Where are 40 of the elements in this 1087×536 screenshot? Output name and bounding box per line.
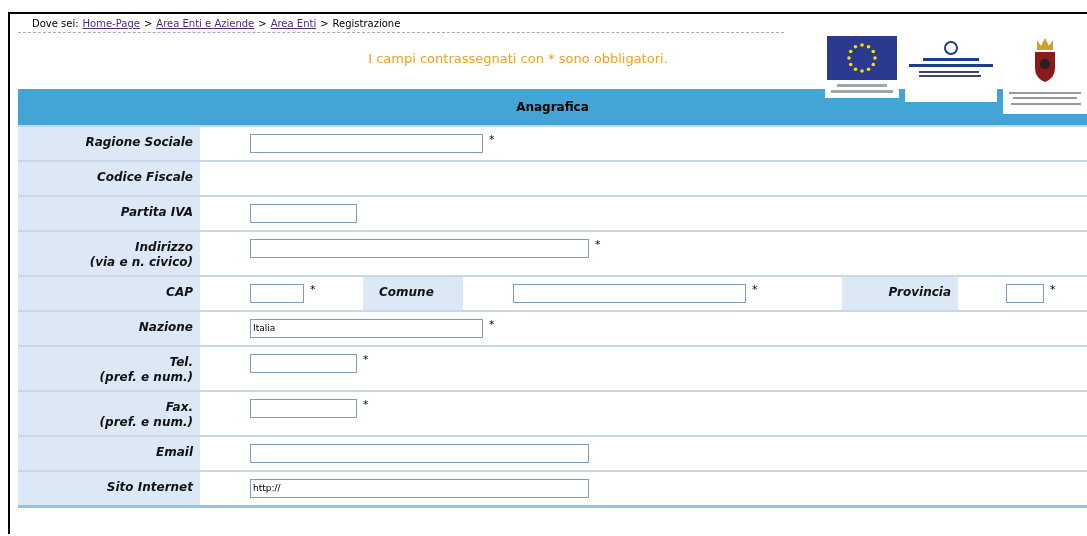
input-field[interactable] (250, 239, 589, 258)
field-label: Sito Internet (18, 472, 200, 505)
input-field[interactable] (250, 204, 357, 223)
field-label: Fax. (pref. e num.) (18, 392, 200, 435)
required-asterisk: * (1050, 284, 1056, 296)
breadcrumb-separator: > (143, 18, 153, 29)
required-asterisk: * (363, 354, 369, 366)
input-field[interactable] (250, 354, 357, 373)
field-label: Tel. (pref. e num.) (18, 347, 200, 390)
required-asterisk: * (310, 284, 316, 296)
input-field[interactable] (1006, 284, 1044, 303)
field-label: Indirizzo (via e n. civico) (18, 232, 200, 275)
field-label: Nazione (18, 312, 200, 345)
breadcrumb-link[interactable]: Area Enti (270, 18, 317, 29)
field-label: Email (18, 437, 200, 470)
input-field[interactable]: http:// (250, 479, 589, 498)
input-field[interactable] (250, 399, 357, 418)
input-field[interactable] (250, 444, 589, 463)
breadcrumb-label: Dove sei: (32, 18, 79, 29)
required-asterisk: * (363, 399, 369, 411)
required-asterisk: * (595, 239, 601, 251)
field-label: Partita IVA (18, 197, 200, 230)
input-field[interactable] (513, 284, 746, 303)
field-label: Ragione Sociale (18, 127, 200, 160)
breadcrumb-link[interactable]: Home-Page (82, 18, 140, 29)
field-label: Comune (363, 277, 463, 310)
field-label: CAP (18, 277, 200, 310)
input-field[interactable]: Italia (250, 319, 483, 338)
field-label: Codice Fiscale (18, 162, 200, 195)
required-fields-notice: I campi contrassegnati con * sono obbligatori. (367, 51, 669, 66)
breadcrumb-separator: > (320, 18, 329, 29)
breadcrumb-link[interactable]: Area Enti e Aziende (156, 18, 255, 29)
field-label: Provincia (842, 277, 958, 310)
required-asterisk: * (489, 319, 495, 331)
required-asterisk: * (489, 134, 495, 146)
input-field[interactable] (250, 134, 483, 153)
breadcrumb-separator: > (258, 18, 267, 29)
breadcrumb-current: Registrazione (332, 18, 401, 29)
input-field[interactable] (250, 284, 304, 303)
required-asterisk: * (752, 284, 758, 296)
